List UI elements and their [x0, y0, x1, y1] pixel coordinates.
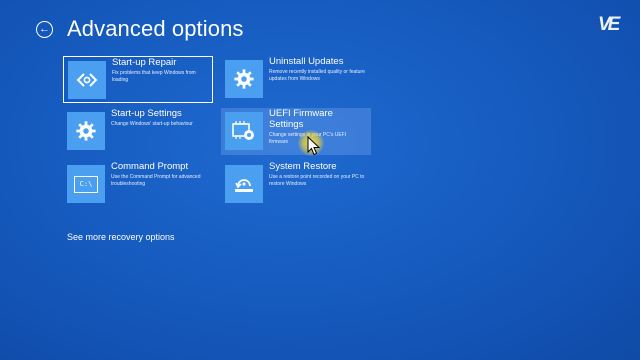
- see-more-recovery-options-link[interactable]: See more recovery options: [67, 232, 175, 242]
- tile-title: Uninstall Updates: [269, 56, 344, 67]
- uefi-firmware-settings-tile[interactable]: UEFI Firmware Settings Change settings i…: [221, 108, 371, 155]
- brand-logo: VE: [598, 14, 620, 35]
- chip-gear-icon: [225, 112, 263, 150]
- back-arrow-icon: ←: [39, 23, 50, 35]
- tile-title: Command Prompt: [111, 161, 189, 172]
- gear-icon: [225, 60, 263, 98]
- restore-icon: [225, 165, 263, 203]
- uninstall-updates-tile[interactable]: Uninstall Updates Remove recently instal…: [221, 56, 371, 103]
- tile-description: Use the Command Prompt for advanced trou…: [111, 174, 201, 187]
- page-title: Advanced options: [67, 16, 244, 41]
- back-button[interactable]: ←: [36, 21, 53, 38]
- tile-description: Remove recently installed quality or fea…: [269, 69, 365, 82]
- tile-title: System Restore: [269, 161, 337, 172]
- gear-icon: [67, 112, 105, 150]
- tile-title: Start-up Settings: [111, 108, 182, 119]
- tile-description: Fix problems that keep Windows from load…: [112, 70, 196, 83]
- tile-description: Use a restore point recorded on your PC …: [269, 174, 365, 187]
- code-brackets-icon: [68, 61, 106, 99]
- tile-title: UEFI Firmware Settings: [269, 108, 333, 130]
- cmd-glyph: C:\: [74, 175, 98, 193]
- tile-title: Start-up Repair: [112, 57, 177, 68]
- command-prompt-tile[interactable]: C:\ Command Prompt Use the Command Promp…: [63, 161, 213, 208]
- tile-description: Change settings in your PC's UEFI firmwa…: [269, 132, 347, 145]
- command-prompt-icon: C:\: [67, 165, 105, 203]
- startup-settings-tile[interactable]: Start-up Settings Change Windows' start-…: [63, 108, 213, 155]
- tile-description: Change Windows' start-up behaviour: [111, 121, 193, 127]
- system-restore-tile[interactable]: System Restore Use a restore point recor…: [221, 161, 371, 208]
- startup-repair-tile[interactable]: Start-up Repair Fix problems that keep W…: [63, 56, 213, 103]
